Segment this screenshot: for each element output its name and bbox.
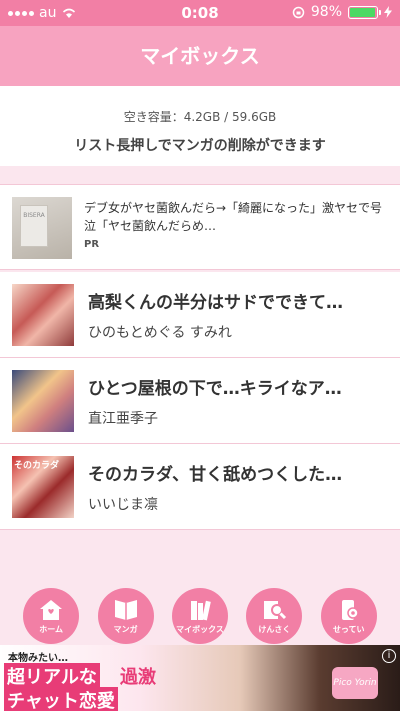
battery-icon <box>348 5 381 19</box>
banner-headline-2: チャット恋愛 <box>4 687 118 711</box>
manga-title[interactable]: そのカラダ、甘く舐めつくした… <box>88 460 390 485</box>
manga-cover[interactable] <box>12 284 74 346</box>
manga-title[interactable]: 高梨くんの半分はサドでできて… <box>88 288 390 313</box>
manga-title[interactable]: ひとつ屋根の下で…キライなア… <box>88 374 390 399</box>
settings-icon <box>341 599 359 620</box>
status-bar: au 0:08 98% <box>0 0 400 26</box>
battery-percent: 98% <box>310 4 342 20</box>
list-item[interactable]: そのカラダ そのカラダ、甘く舐めつくした… いいじま凛 <box>0 444 400 530</box>
manga-author: ひのもとめぐる すみれ <box>88 325 232 341</box>
ad-text[interactable]: デブ女がヤセ菌飲んだら→「綺麗になった」激ヤセで号泣「ヤセ菌飲んだらめ… <box>84 199 388 235</box>
banner-ad[interactable]: 本物みたい… 超リアルな 過激 チャット恋愛 Pico Yorin i <box>0 645 400 711</box>
charging-icon <box>384 6 392 18</box>
storage-info: 空き容量：4.2GB / 59.6GB リスト長押しでマンガの削除ができます <box>0 86 400 166</box>
book-icon <box>114 599 137 620</box>
list-item[interactable]: 高梨くんの半分はサドでできて… ひのもとめぐる すみれ <box>0 272 400 358</box>
page-title: マイボックス <box>0 26 400 86</box>
nav-mybox-label: マイボックス <box>176 624 224 634</box>
pr-badge: PR <box>84 239 100 250</box>
nav-search-label: けんさく <box>258 624 291 634</box>
ad-info-icon[interactable]: i <box>382 649 396 663</box>
search-icon <box>264 600 287 619</box>
nav-settings-button[interactable]: せってい <box>320 588 377 644</box>
nav-settings-label: せってい <box>332 624 365 634</box>
banner-brand-logo: Pico Yorin <box>332 667 378 699</box>
nav-home-label: ホーム <box>39 624 64 634</box>
manga-list: 高梨くんの半分はサドでできて… ひのもとめぐる すみれ ひとつ屋根の下で…キライ… <box>0 272 400 530</box>
ad-row[interactable]: BISERA デブ女がヤセ菌飲んだら→「綺麗になった」激ヤセで号泣「ヤセ菌飲んだ… <box>0 184 400 270</box>
banner-headline-1: 超リアルな <box>4 663 100 689</box>
banner-accent: 過激 <box>120 667 156 688</box>
delete-hint: リスト長押しでマンガの削除ができます <box>74 138 326 154</box>
ad-thumb-label: BISERA <box>23 212 45 219</box>
mybox-icon <box>190 600 211 620</box>
bottom-nav: ホーム マンガ マイボックス けんさく せってい <box>0 588 400 646</box>
nav-manga-button[interactable]: マンガ <box>97 588 154 644</box>
nav-home-button[interactable]: ホーム <box>23 588 80 644</box>
home-icon <box>40 599 63 620</box>
ad-thumbnail[interactable]: BISERA <box>12 197 72 259</box>
manga-cover[interactable] <box>12 370 74 432</box>
nav-mybox-button[interactable]: マイボックス <box>171 588 228 644</box>
manga-author: いいじま凛 <box>88 497 158 513</box>
banner-tagline: 本物みたい… <box>8 653 68 664</box>
manga-cover[interactable]: そのカラダ <box>12 456 74 518</box>
list-item[interactable]: ひとつ屋根の下で…キライなア… 直江亜季子 <box>0 358 400 444</box>
cover-text: そのカラダ <box>14 461 60 471</box>
nav-manga-label: マンガ <box>113 624 138 634</box>
manga-author: 直江亜季子 <box>88 411 158 427</box>
orientation-lock-icon <box>292 6 305 18</box>
storage-capacity: 空き容量：4.2GB / 59.6GB <box>123 110 277 124</box>
nav-search-button[interactable]: けんさく <box>246 588 303 644</box>
